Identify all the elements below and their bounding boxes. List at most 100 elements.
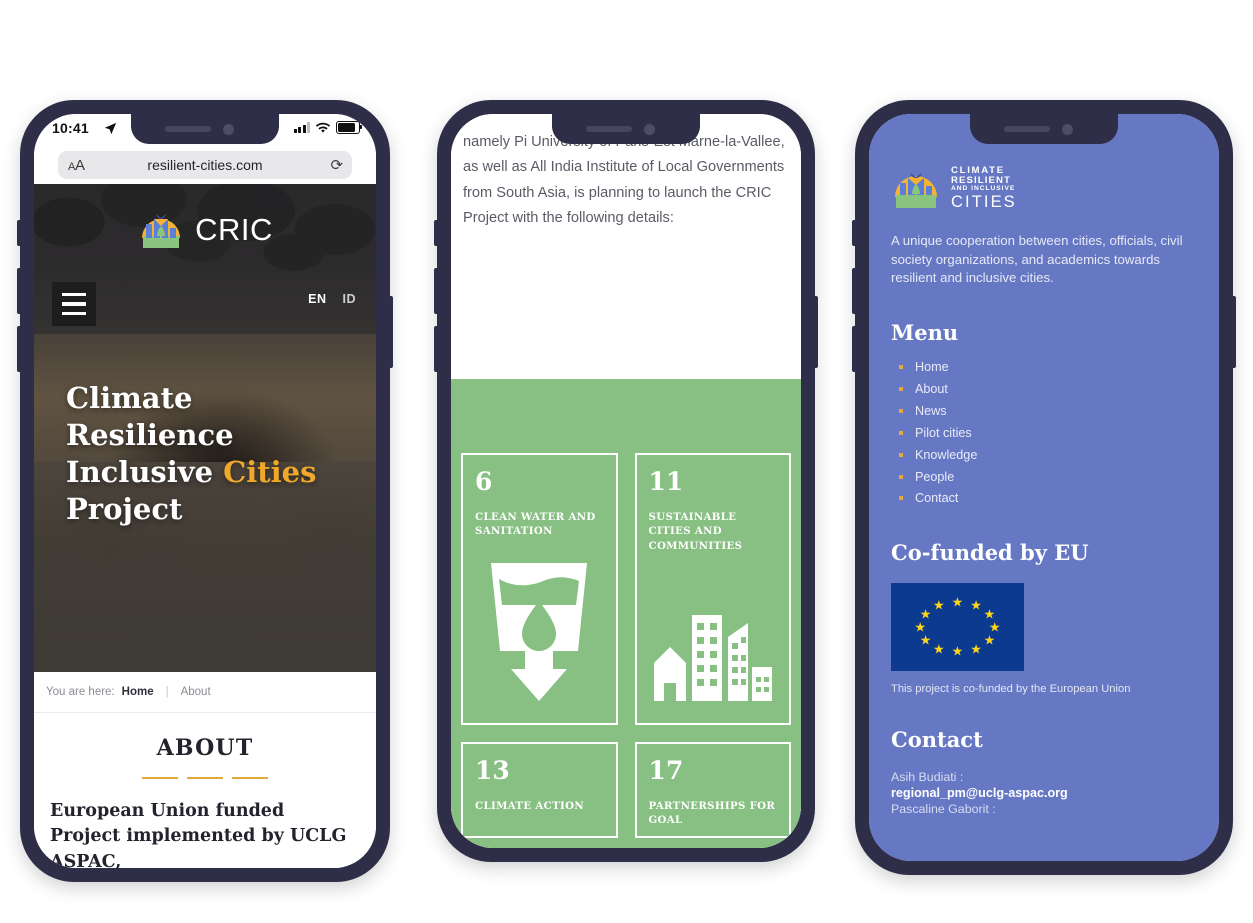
hero-line-1: Climate [66,381,193,415]
sdg-label: CLEAN WATER AND SANITATION [475,511,596,538]
menu-item-people[interactable]: People [895,469,1197,486]
sdg-section: 6 CLEAN WATER AND SANITATION 11 SUSTAINA… [451,379,801,848]
menu-item-news[interactable]: News [895,403,1197,420]
lang-en[interactable]: EN [308,292,326,306]
screenshot-stage: 10:41 AA resilient-cities.com ⟳ CRIC EN … [0,0,1253,923]
power-button-3[interactable] [1232,296,1236,368]
sdg-card[interactable]: 13 CLIMATE ACTION [461,742,618,838]
volume-down-button-3[interactable] [852,326,856,372]
menu-item-knowledge[interactable]: Knowledge [895,447,1197,464]
contact-email-1[interactable]: regional_pm@uclg-aspac.org [891,786,1197,800]
menu-item-contact[interactable]: Contact [895,490,1197,507]
notch-3 [970,114,1118,144]
earpiece-speaker [165,126,211,132]
location-arrow-icon [104,122,117,138]
footer-logo-wordmark: CLIMATE RESILIENT AND INCLUSIVE CITIES [951,166,1017,211]
url-text[interactable]: resilient-cities.com [147,157,262,173]
about-paragraph: European Union funded Project implemente… [50,801,347,868]
sdg-number: 11 [648,467,684,496]
water-glass-drop-icon [463,557,616,707]
eu-heading: Co-funded by EU [891,539,1089,565]
lang-id[interactable]: ID [343,292,357,306]
hero-line-3: Inclusive Cities [66,454,316,491]
site-footer: CLIMATE RESILIENT AND INCLUSIVE CITIES A… [869,114,1219,861]
sdg-label: CLIMATE ACTION [475,800,584,812]
hero-line-2: Resilience [66,418,234,453]
breadcrumb: You are here: Home | About [34,672,376,713]
sdg-grid: 6 CLEAN WATER AND SANITATION 11 SUSTAINA… [461,379,791,838]
volume-up-button-2[interactable] [434,268,438,314]
article-body: namely Pi University of Paris-Est Marne-… [451,114,801,848]
power-button-2[interactable] [814,296,818,368]
phone-2-screen: namely Pi University of Paris-Est Marne-… [451,114,801,848]
front-camera-3 [1062,124,1073,135]
eu-flag-icon: ★ ★ ★ ★ ★ ★ ★ ★ ★ ★ ★ ★ [891,582,1024,671]
volume-down-button-2[interactable] [434,326,438,372]
brand-title: CRIC [195,212,273,247]
sdg-number: 13 [475,756,510,785]
hero-line-3a: Inclusive [66,455,214,490]
phone-mockup-2: namely Pi University of Paris-Est Marne-… [434,100,818,862]
cric-logo-icon [137,206,185,254]
about-section: ABOUT European Union funded Project impl… [34,713,376,868]
earpiece-speaker-2 [586,126,632,132]
sdg-card[interactable]: 17 PARTNERSHIPS FOR GOAL [634,742,791,838]
hamburger-menu-icon[interactable] [52,282,96,326]
language-switcher[interactable]: EN ID [308,292,356,306]
contact-name-1: Asih Budiati : [891,769,964,784]
reload-icon[interactable]: ⟳ [330,156,343,174]
sdg-card[interactable]: 11 SUSTAINABLE CITIES AND COMMUNITIES [634,453,791,725]
cellular-signal-icon [293,122,310,133]
cric-logo-icon [891,166,941,212]
footer-intro: A unique cooperation between cities, off… [891,233,1183,286]
title-divider [48,777,362,779]
hero-line-3b-accent: Cities [223,455,317,490]
mute-switch-2[interactable] [434,220,438,246]
eu-note: This project is co-funded by the Europea… [891,682,1131,695]
menu-item-pilot-cities[interactable]: Pilot cities [895,425,1197,442]
volume-up-button[interactable] [17,268,21,314]
wifi-icon [315,122,331,133]
phone-3-screen: CLIMATE RESILIENT AND INCLUSIVE CITIES A… [869,114,1219,861]
logo-line-4: CITIES [951,193,1017,212]
mute-switch-3[interactable] [852,220,856,246]
hero-banner: CRIC EN ID Climate Resilience Inclusive [34,184,376,672]
menu-heading: Menu [891,320,959,346]
menu-item-about[interactable]: About [895,381,1197,398]
footer-menu: Home About News Pilot cities Knowledge P… [891,359,1197,508]
breadcrumb-home[interactable]: Home [122,686,154,698]
earpiece-speaker-3 [1004,126,1050,132]
brand-row[interactable]: CRIC [34,184,376,254]
breadcrumb-current: About [180,686,211,698]
front-camera-2 [644,124,655,135]
browser-url-bar: AA resilient-cities.com ⟳ [34,146,376,184]
site-header: CRIC EN ID [34,184,376,334]
phone-1-screen: 10:41 AA resilient-cities.com ⟳ CRIC EN … [34,114,376,868]
volume-down-button[interactable] [17,326,21,372]
mute-switch[interactable] [17,220,21,246]
sdg-label: SUSTAINABLE CITIES AND COMMUNITIES [648,511,743,552]
front-camera [223,124,234,135]
phone-mockup-3: CLIMATE RESILIENT AND INCLUSIVE CITIES A… [852,100,1236,875]
sdg-number: 6 [475,467,493,496]
status-time: 10:41 [52,120,89,136]
url-pill[interactable]: AA resilient-cities.com ⟳ [57,151,353,179]
logo-line-3: AND INCLUSIVE [951,185,1016,193]
phone-mockup-1: 10:41 AA resilient-cities.com ⟳ CRIC EN … [17,100,393,882]
power-button[interactable] [389,296,393,368]
sdg-card[interactable]: 6 CLEAN WATER AND SANITATION [461,453,618,725]
battery-icon [336,121,363,134]
notch-2 [552,114,700,144]
sdg-number: 17 [648,756,684,785]
volume-up-button-3[interactable] [852,268,856,314]
page-title: ABOUT [156,735,254,761]
notch-1 [131,114,279,144]
menu-item-home[interactable]: Home [895,359,1197,376]
status-indicators [293,121,363,134]
contact-heading: Contact [891,726,983,752]
breadcrumb-separator: | [165,686,169,698]
breadcrumb-label: You are here: [46,686,115,698]
hero-line-4: Project [66,492,183,527]
text-size-button[interactable]: AA [68,157,85,174]
city-buildings-icon [637,611,790,707]
